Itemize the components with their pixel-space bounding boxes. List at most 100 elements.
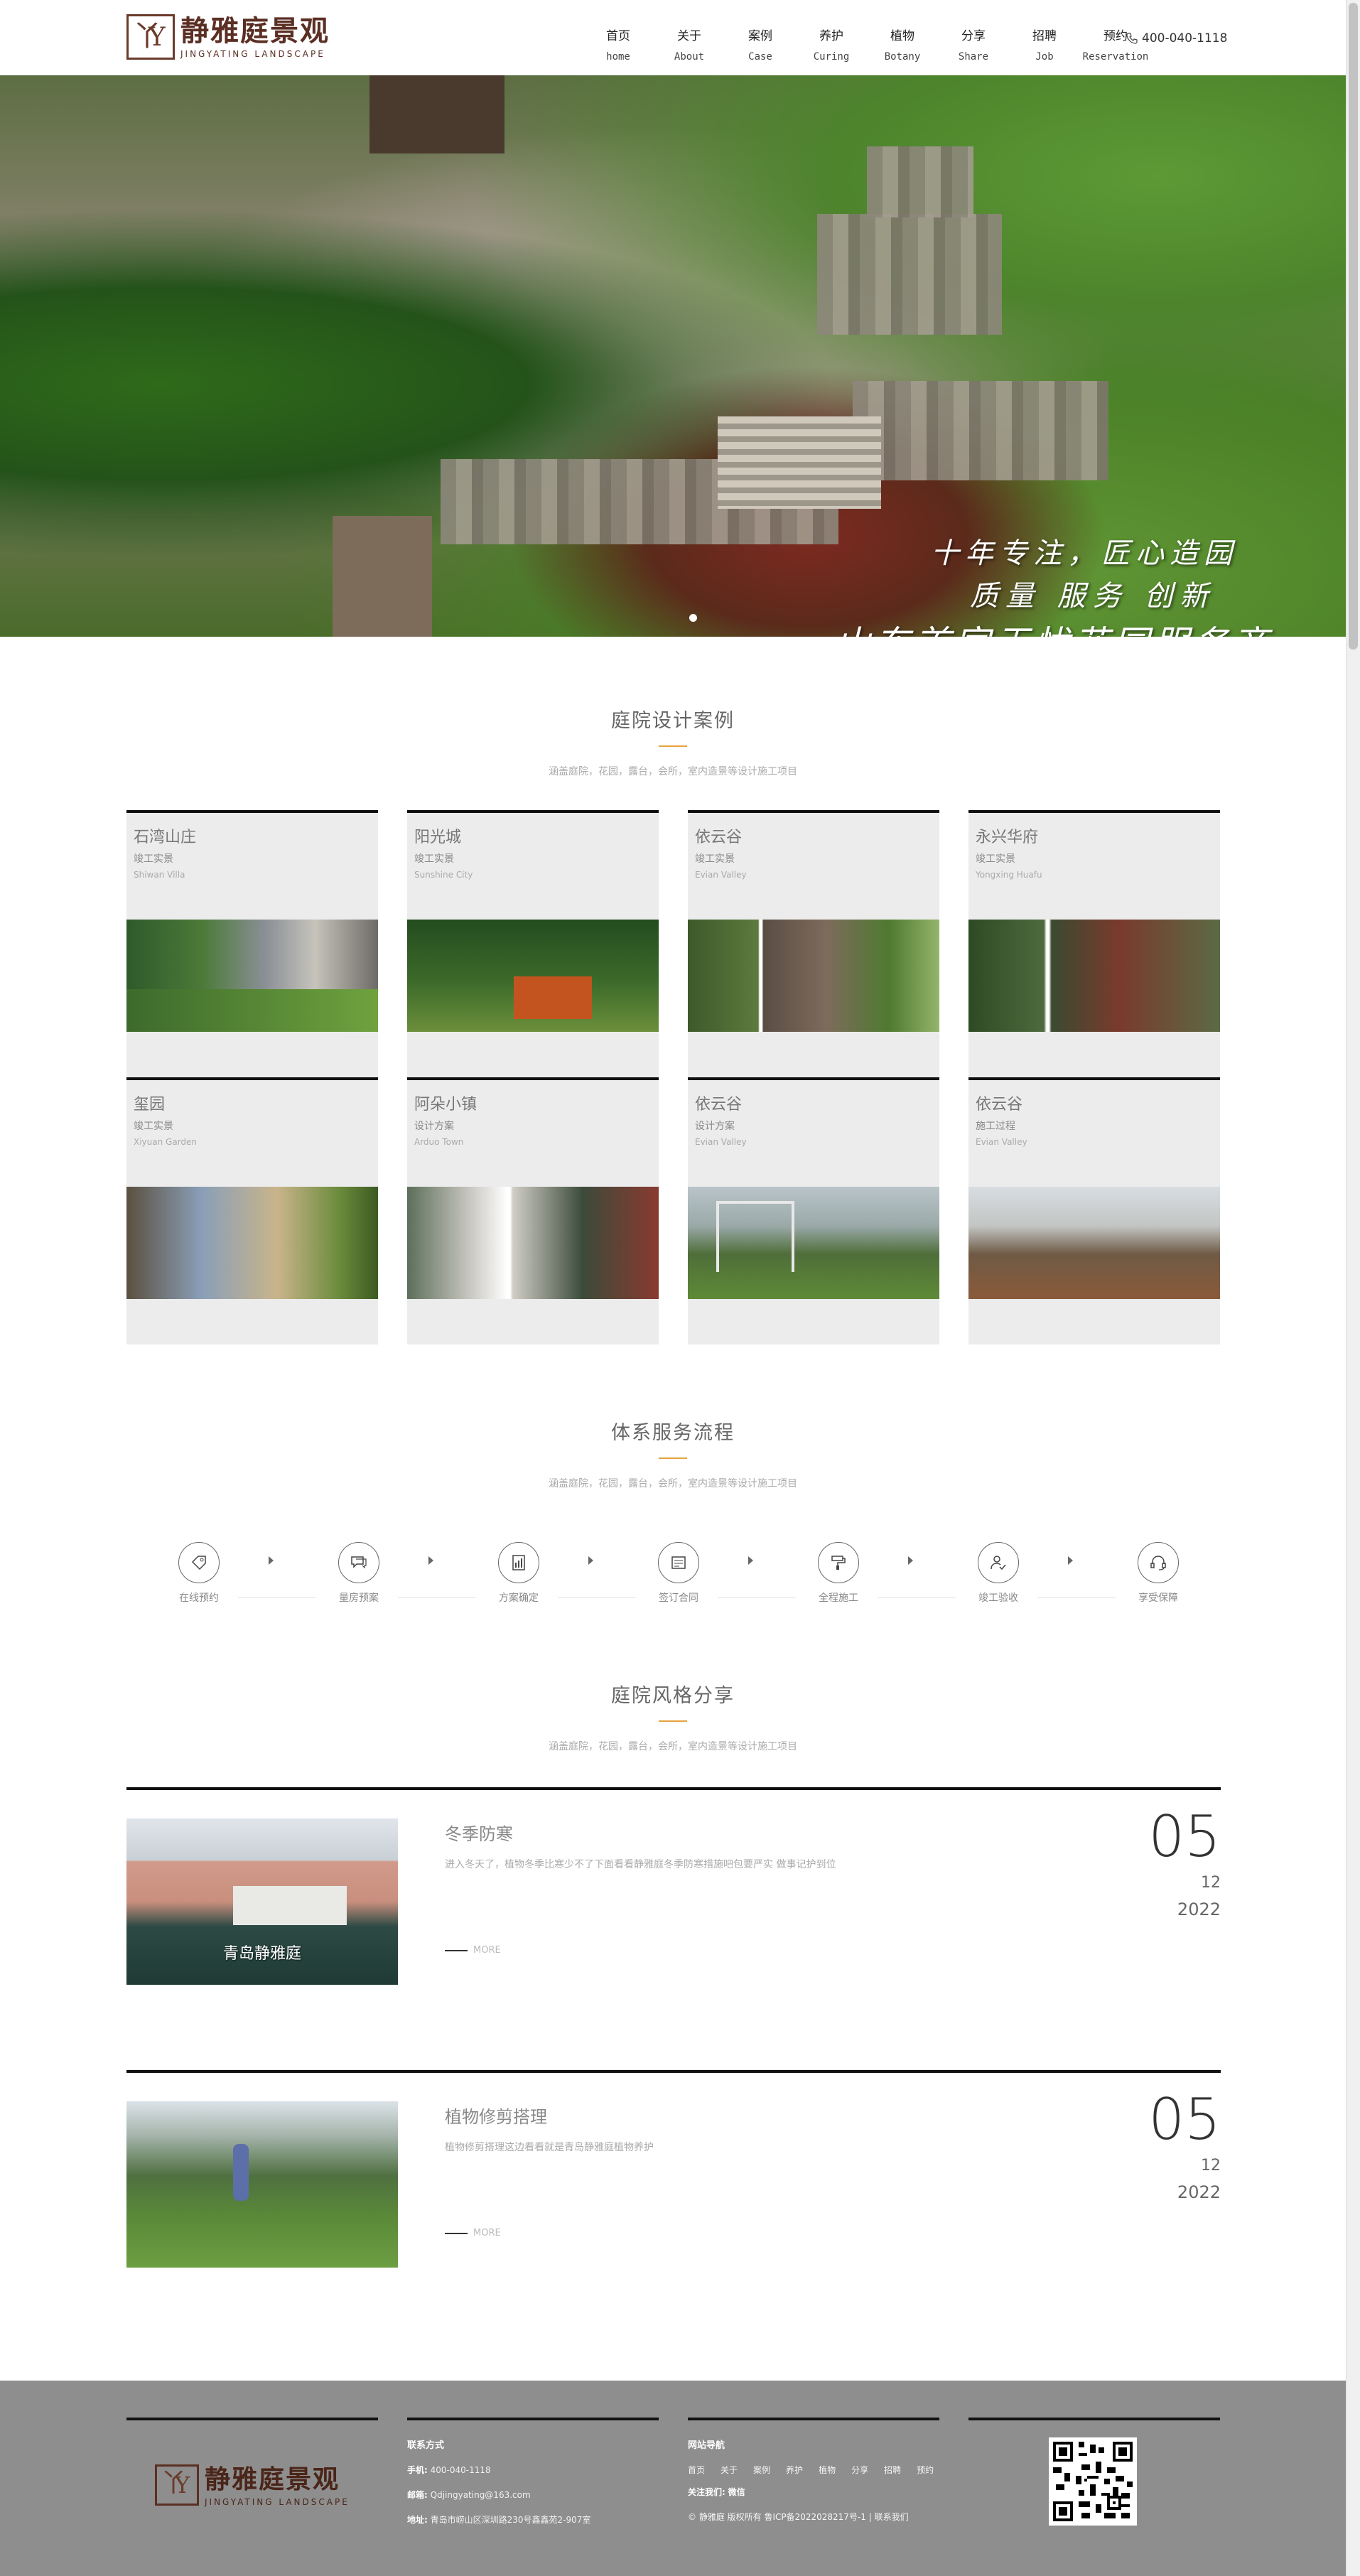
- banner-gate: [333, 516, 432, 637]
- flow-step-plan[interactable]: 方案确定: [487, 1542, 551, 1605]
- footer-logo[interactable]: 丫Y 静雅庭景观 JINGYATING LANDSCAPE: [155, 2463, 350, 2507]
- share-header: 庭院风格分享 涵盖庭院，花园，露台，会所，室内造景等设计施工项目: [0, 1680, 1346, 1753]
- case-status: 竣工实景: [134, 1121, 173, 1132]
- flow-step-contract[interactable]: 签订合同: [647, 1542, 711, 1605]
- footer-link[interactable]: 养护: [786, 2464, 803, 2476]
- case-card[interactable]: 依云谷 竣工实景 Evian Valley: [688, 810, 939, 1077]
- case-card[interactable]: 石湾山庄 竣工实景 Shiwan Villa: [126, 810, 378, 1077]
- paint-roller-icon: [831, 1556, 846, 1570]
- case-name: 依云谷: [695, 829, 743, 846]
- case-name: 依云谷: [695, 1096, 743, 1114]
- case-image: [407, 1187, 659, 1299]
- contract-icon: [671, 1556, 686, 1569]
- flow-title-underline: [659, 1457, 687, 1459]
- hero-banner[interactable]: 十年专注，匠心造园 质量 服务 创新 山东首家无忧花园服务商: [0, 75, 1346, 637]
- case-status: 竣工实景: [414, 853, 454, 865]
- case-image: [407, 920, 659, 1032]
- article-item: 植物修剪搭理 植物修剪搭理这边看看就是青岛静雅庭植物养护 MORE 05 12 …: [126, 2070, 1221, 2276]
- case-status: 设计方案: [695, 1121, 735, 1132]
- nav-about[interactable]: 关于 About: [654, 0, 725, 75]
- share-title: 庭院风格分享: [611, 1685, 735, 1707]
- cases-header: 庭院设计案例 涵盖庭院，花园，露台，会所，室内造景等设计施工项目: [0, 705, 1346, 778]
- footer-contact-title: 联系方式: [407, 2440, 445, 2451]
- case-card[interactable]: 永兴华府 竣工实景 Yongxing Huafu: [968, 810, 1220, 1077]
- article-title[interactable]: 冬季防寒: [445, 1820, 513, 1845]
- case-card[interactable]: 依云谷 施工过程 Evian Valley: [968, 1077, 1220, 1344]
- flow-step-reserve[interactable]: 在线预约: [167, 1542, 231, 1605]
- nav-botany[interactable]: 植物 Botany: [867, 0, 938, 75]
- footer-link[interactable]: 植物: [819, 2464, 836, 2476]
- case-card[interactable]: 阿朵小镇 设计方案 Arduo Town: [407, 1077, 659, 1344]
- flow-step-build[interactable]: 全程施工: [806, 1542, 870, 1605]
- footer-link[interactable]: 案例: [753, 2464, 770, 2476]
- flow-arrow: [269, 1556, 274, 1565]
- footer-link[interactable]: 招聘: [884, 2464, 901, 2476]
- case-card[interactable]: 玺园 竣工实景 Xiyuan Garden: [126, 1077, 378, 1344]
- article-title[interactable]: 植物修剪搭理: [445, 2103, 547, 2128]
- header-phone-text: 400-040-1118: [1142, 31, 1228, 45]
- flow-step-measure[interactable]: 量房预案: [327, 1542, 391, 1605]
- logo-text: 静雅庭景观: [180, 14, 330, 48]
- case-name: 玺园: [134, 1096, 166, 1114]
- case-image: [688, 920, 939, 1032]
- case-card[interactable]: 依云谷 设计方案 Evian Valley: [688, 1077, 939, 1344]
- flow-step-guarantee[interactable]: 享受保障: [1126, 1542, 1190, 1605]
- logo[interactable]: 丫Y 静雅庭景观 JINGYATING LANDSCAPE: [126, 14, 330, 60]
- article-thumbnail-caption: 青岛静雅庭: [222, 1945, 301, 1963]
- page: 丫Y 静雅庭景观 JINGYATING LANDSCAPE 首页 home 关于 A…: [0, 0, 1346, 2576]
- header-phone[interactable]: 400-040-1118: [1126, 31, 1227, 45]
- article-month: 12: [1201, 2157, 1221, 2174]
- nav-case[interactable]: 案例 Case: [725, 0, 796, 75]
- banner-slogan-2: 质量 服务 创新: [970, 580, 1216, 613]
- case-image: [968, 920, 1220, 1032]
- footer-contact: 联系方式 手机: 400-040-1118 邮箱: Qdjingyating@1…: [407, 2418, 659, 2531]
- case-card[interactable]: 阳光城 竣工实景 Sunshine City: [407, 810, 659, 1077]
- article-thumbnail[interactable]: [126, 2101, 398, 2268]
- flow-step-label: 量房预案: [339, 1593, 379, 1604]
- footer-wechat[interactable]: 微信: [728, 2487, 745, 2497]
- cases-title-underline: [659, 745, 687, 747]
- article-day: 05: [1148, 1804, 1221, 1870]
- case-name: 依云谷: [976, 1096, 1023, 1114]
- case-name: 石湾山庄: [134, 829, 197, 846]
- footer-phone[interactable]: 400-040-1118: [431, 2465, 491, 2475]
- nav-share[interactable]: 分享 Share: [938, 0, 1009, 75]
- article-thumbnail[interactable]: 青岛静雅庭: [126, 1818, 398, 1985]
- case-en: Xiyuan Garden: [134, 1137, 198, 1147]
- nav-home[interactable]: 首页 home: [583, 0, 654, 75]
- scrollbar-thumb[interactable]: [1349, 3, 1358, 650]
- footer-link[interactable]: 分享: [851, 2464, 868, 2476]
- cases-title: 庭院设计案例: [611, 710, 735, 732]
- scrollbar[interactable]: [1346, 0, 1360, 2576]
- case-image: [688, 1187, 939, 1299]
- case-status: 竣工实景: [976, 853, 1015, 865]
- nav-curing[interactable]: 养护 Curing: [796, 0, 867, 75]
- footer-copyright: © 静雅庭 版权所有 鲁ICP备2022028217号-1 | 联系我们: [688, 2512, 909, 2522]
- share-subtitle: 涵盖庭院，花园，露台，会所，室内造景等设计施工项目: [549, 1741, 797, 1752]
- footer-link[interactable]: 关于: [721, 2464, 738, 2476]
- banner-fireplace: [817, 214, 1002, 335]
- article-month: 12: [1201, 1874, 1221, 1892]
- article-description: 进入冬天了，植物冬季比寒少不了下面看看静雅庭冬季防寒措施吧包要严实 做事记护到位: [445, 1859, 836, 1870]
- more-link[interactable]: MORE: [445, 1945, 501, 1956]
- case-en: Evian Valley: [976, 1137, 1027, 1147]
- flow-arrow: [1068, 1556, 1073, 1565]
- banner-chimney: [867, 146, 973, 217]
- flow-step-accept[interactable]: 竣工验收: [966, 1542, 1030, 1605]
- footer-email[interactable]: Qdjingyating@163.com: [431, 2490, 531, 2500]
- user-check-icon: [991, 1556, 1006, 1570]
- phone-icon: [1126, 33, 1138, 44]
- case-en: Yongxing Huafu: [976, 870, 1042, 880]
- footer-logo-subtext: JINGYATING LANDSCAPE: [205, 2497, 350, 2507]
- case-image: [126, 920, 378, 1032]
- nav-job[interactable]: 招聘 Job: [1009, 0, 1080, 75]
- banner-dot[interactable]: [689, 614, 697, 622]
- flow-header: 体系服务流程 涵盖庭院，花园，露台，会所，室内造景等设计施工项目: [0, 1417, 1346, 1490]
- footer-logo-text: 静雅庭景观: [205, 2464, 340, 2494]
- footer-link[interactable]: 预约: [917, 2464, 934, 2476]
- footer-link[interactable]: 首页: [688, 2464, 705, 2476]
- case-status: 设计方案: [414, 1121, 454, 1132]
- more-link[interactable]: MORE: [445, 2228, 501, 2238]
- share-title-underline: [659, 1720, 687, 1722]
- article-description: 植物修剪搭理这边看看就是青岛静雅庭植物养护: [445, 2142, 654, 2153]
